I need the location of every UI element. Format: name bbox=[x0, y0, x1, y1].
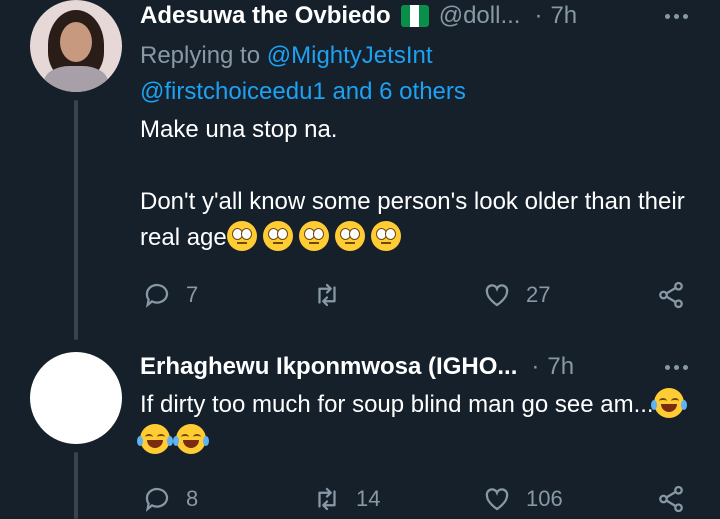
tweet-text: Make una stop na. Don't y'all know some … bbox=[140, 112, 700, 256]
reply-count: 8 bbox=[186, 486, 199, 511]
share-icon bbox=[659, 281, 683, 309]
like-icon bbox=[485, 488, 509, 511]
author-handle[interactable]: @doll... bbox=[439, 2, 521, 30]
tweet-text-line: Don't y'all know some person's look olde… bbox=[140, 188, 685, 251]
tweet-header: Erhaghewu Ikponmwosa (IGHO... · 7h bbox=[140, 351, 574, 383]
separator: · bbox=[531, 353, 540, 380]
avatar-face bbox=[60, 22, 92, 62]
face-with-tears-of-joy-icon bbox=[650, 388, 687, 418]
like-count: 27 bbox=[526, 282, 551, 307]
author-name[interactable]: Adesuwa the Ovbiedo bbox=[140, 2, 391, 30]
replying-to: Replying to @MightyJetsInt @firstchoicee… bbox=[140, 38, 700, 110]
thread-line bbox=[74, 452, 78, 519]
retweet-count: 14 bbox=[356, 486, 381, 511]
replying-others-link[interactable]: @firstchoiceedu1 and 6 others bbox=[140, 78, 466, 105]
like-icon bbox=[485, 284, 509, 307]
replying-user-link[interactable]: @MightyJetsInt bbox=[267, 42, 433, 69]
separator: · bbox=[534, 2, 543, 29]
face-with-rolling-eyes-icon bbox=[226, 221, 257, 251]
author-name[interactable]: Erhaghewu Ikponmwosa (IGHO... bbox=[140, 353, 517, 381]
share-button[interactable] bbox=[656, 277, 700, 313]
more-icon[interactable] bbox=[665, 365, 688, 370]
tweet-actions: 7 27 bbox=[140, 277, 700, 313]
more-icon[interactable] bbox=[665, 14, 688, 19]
reply-icon bbox=[145, 283, 169, 308]
avatar[interactable] bbox=[30, 0, 122, 92]
retweet-button[interactable]: 14 bbox=[312, 481, 380, 517]
nigeria-flag-icon bbox=[400, 5, 429, 27]
timestamp[interactable]: 7h bbox=[547, 353, 574, 381]
thread-line bbox=[74, 100, 78, 340]
retweet-icon bbox=[318, 283, 336, 307]
face-with-rolling-eyes-icon bbox=[334, 221, 365, 251]
reply-count: 7 bbox=[186, 282, 199, 307]
replying-prefix: Replying to bbox=[140, 42, 267, 69]
share-button[interactable] bbox=[656, 481, 700, 517]
face-with-tears-of-joy-icon bbox=[173, 424, 209, 454]
tweet-text-line: Make una stop na. bbox=[140, 116, 338, 143]
face-with-tears-of-joy-icon bbox=[137, 424, 173, 454]
timestamp[interactable]: 7h bbox=[550, 2, 577, 30]
tweet[interactable]: Erhaghewu Ikponmwosa (IGHO... · 7h If di… bbox=[0, 340, 720, 519]
like-count: 106 bbox=[526, 486, 563, 511]
retweet-button[interactable] bbox=[312, 277, 356, 313]
face-with-rolling-eyes-icon bbox=[262, 221, 293, 251]
tweet-actions: 8 14 106 bbox=[140, 481, 700, 517]
like-button[interactable]: 106 bbox=[482, 481, 563, 517]
tweet-header: Adesuwa the Ovbiedo @doll... · 7h bbox=[140, 0, 577, 32]
like-button[interactable]: 27 bbox=[482, 277, 550, 313]
share-icon bbox=[659, 485, 683, 513]
avatar-body bbox=[44, 66, 108, 92]
tweet[interactable]: Adesuwa the Ovbiedo @doll... · 7h Replyi… bbox=[0, 0, 720, 340]
reply-icon bbox=[145, 487, 169, 512]
face-with-rolling-eyes-icon bbox=[298, 221, 329, 251]
tweet-text: If dirty too much for soup blind man go … bbox=[137, 387, 700, 459]
avatar[interactable] bbox=[30, 352, 122, 444]
face-with-rolling-eyes-icon bbox=[370, 221, 401, 251]
retweet-icon bbox=[318, 487, 336, 511]
reply-button[interactable]: 8 bbox=[142, 481, 198, 517]
reply-button[interactable]: 7 bbox=[142, 277, 198, 313]
